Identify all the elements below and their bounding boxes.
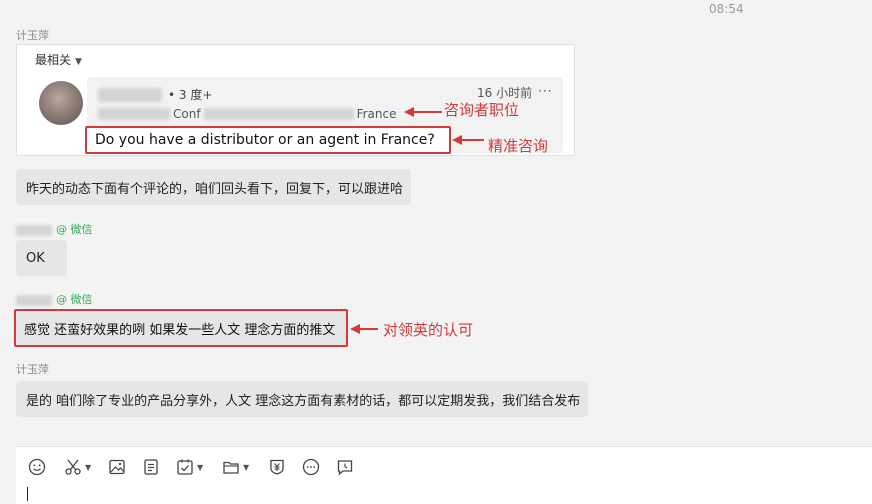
arrow-icon	[404, 107, 442, 117]
transfer-button[interactable]	[268, 458, 286, 476]
arrow-icon	[452, 135, 484, 145]
sender-name: @ 微信	[16, 221, 93, 237]
highlighted-comment: Do you have a distributor or an agent in…	[85, 126, 451, 154]
chat-record-button[interactable]	[302, 458, 320, 476]
redacted-title	[203, 108, 354, 120]
document-button[interactable]	[142, 458, 160, 476]
folder-button[interactable]: ▼	[222, 458, 249, 476]
message-input-area[interactable]: ▼ ▼ ▼	[16, 446, 872, 504]
redacted-sender	[16, 224, 52, 236]
emoji-button[interactable]	[28, 458, 46, 476]
sender-name: 计玉萍	[16, 363, 49, 376]
message-text: 昨天的动态下面有个评论的，咱们回头看下，回复下，可以跟进哈	[26, 181, 404, 197]
text-cursor	[27, 487, 28, 501]
image-icon	[109, 459, 125, 475]
sender-name: @ 微信	[16, 291, 93, 307]
message-text: 是的 咱们除了专业的产品分享外，人文 理念这方面有素材的话，都可以定期发我，我们…	[26, 393, 581, 409]
highlighted-message-bubble[interactable]: 感觉 还蛮好效果的咧 如果发一些人文 理念方面的推文	[14, 309, 348, 347]
comment-text: Do you have a distributor or an agent in…	[95, 132, 435, 148]
redacted-sender	[16, 294, 52, 306]
image-button[interactable]	[108, 458, 126, 476]
title-fragment-2: France	[356, 107, 397, 121]
more-icon: ···	[538, 84, 553, 98]
wechat-tag: @ 微信	[56, 293, 93, 306]
screenshot-button[interactable]: ▼	[64, 458, 91, 476]
arrow-icon	[350, 324, 378, 334]
caret-down-icon: ▼	[75, 57, 82, 67]
sort-label: 最相关	[35, 53, 72, 67]
message-text: 感觉 还蛮好效果的咧 如果发一些人文 理念方面的推文	[24, 322, 336, 338]
redacted-title	[98, 108, 170, 120]
annotation-recognition: 对领英的认可	[383, 321, 474, 339]
annotation-job-title: 咨询者职位	[444, 101, 520, 119]
message-bubble[interactable]: 是的 咱们除了专业的产品分享外，人文 理念这方面有素材的话，都可以定期发我，我们…	[16, 381, 588, 417]
money-icon	[270, 459, 284, 475]
chat-bubble-icon	[302, 458, 320, 476]
commenter-title: Conf France	[98, 107, 396, 121]
task-button[interactable]: ▼	[176, 458, 203, 476]
folder-icon	[223, 461, 239, 474]
title-fragment-1: Conf	[173, 107, 201, 121]
dropdown-caret-icon: ▼	[85, 462, 92, 472]
annotation-precise-inquiry: 精准咨询	[488, 137, 549, 155]
message-timestamp: 08:54	[709, 2, 744, 16]
sender-name: 计玉萍	[16, 29, 49, 42]
emoji-icon	[28, 458, 46, 476]
document-icon	[144, 459, 158, 475]
commenter-row: • 3 度+	[98, 86, 212, 103]
task-icon	[177, 459, 193, 475]
scissors-icon	[65, 459, 81, 475]
commenter-degree: • 3 度+	[168, 88, 213, 102]
schedule-button[interactable]	[336, 458, 354, 476]
message-bubble[interactable]: OK	[16, 240, 67, 276]
sort-dropdown: 最相关 ▼	[35, 51, 82, 68]
clock-icon	[337, 460, 353, 476]
message-text: OK	[26, 250, 45, 266]
avatar	[39, 81, 83, 125]
message-bubble[interactable]: 昨天的动态下面有个评论的，咱们回头看下，回复下，可以跟进哈	[16, 169, 411, 205]
dropdown-caret-icon: ▼	[197, 462, 204, 472]
wechat-tag: @ 微信	[56, 223, 93, 236]
redacted-name	[98, 87, 162, 102]
dropdown-caret-icon: ▼	[243, 462, 250, 472]
